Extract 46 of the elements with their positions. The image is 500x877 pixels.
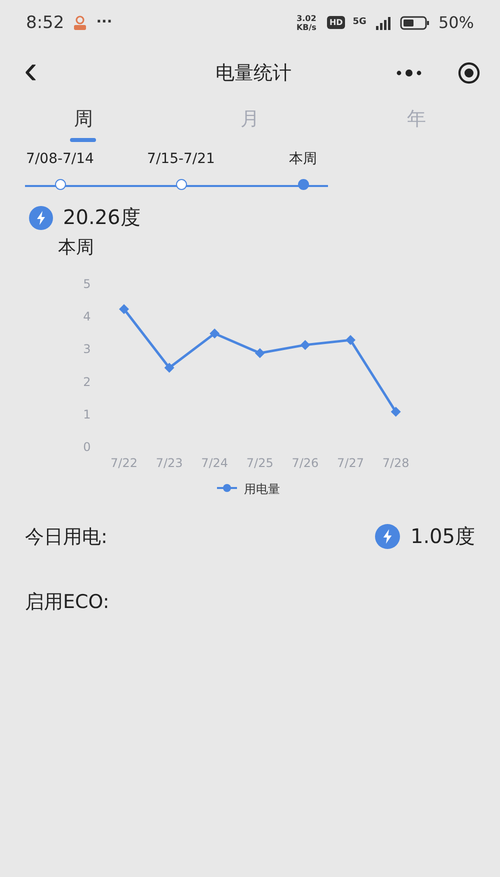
period-label: 本周 xyxy=(58,236,95,259)
signal-icon xyxy=(374,16,392,30)
page-title: 电量统计 xyxy=(214,60,293,86)
notification-icon xyxy=(72,14,88,30)
data-point xyxy=(300,340,310,350)
lightning-icon xyxy=(375,524,400,549)
total-usage: 20.26度 xyxy=(63,204,140,231)
more-notifications: ··· xyxy=(96,18,112,27)
target-icon[interactable] xyxy=(458,62,480,84)
data-point xyxy=(119,304,129,314)
row-label: 今日用电: xyxy=(25,524,108,550)
x-axis-label: 7/26 xyxy=(292,456,319,470)
more-icon[interactable] xyxy=(396,68,422,76)
data-point xyxy=(390,406,401,417)
y-axis-label: 0 xyxy=(83,440,91,454)
y-axis-label: 4 xyxy=(83,310,91,324)
lightning-icon xyxy=(29,206,53,230)
legend-label: 用电量 xyxy=(244,482,280,496)
hd-badge: HD xyxy=(327,16,345,29)
battery-percent: 50% xyxy=(438,13,474,32)
week-option[interactable]: 7/08-7/14 xyxy=(0,148,120,194)
y-axis-label: 5 xyxy=(83,277,91,291)
x-axis-label: 7/28 xyxy=(382,456,410,470)
week-option[interactable]: 本周 xyxy=(243,148,363,194)
period-tab[interactable]: 周 xyxy=(0,100,167,148)
row-value: 1.05度 xyxy=(410,523,475,550)
data-point xyxy=(346,335,356,346)
data-point xyxy=(164,362,174,373)
week-option[interactable]: 7/15-7/21 xyxy=(121,148,241,194)
legend-marker xyxy=(217,484,237,492)
data-point xyxy=(254,348,265,358)
row-label: 启用ECO: xyxy=(25,590,110,614)
battery-icon xyxy=(400,16,430,30)
status-time: 8:52 xyxy=(26,12,64,32)
data-point xyxy=(210,328,220,339)
y-axis-label: 3 xyxy=(83,342,91,356)
x-axis-label: 7/23 xyxy=(156,456,183,470)
x-axis-label: 7/22 xyxy=(110,456,138,470)
network-type: 5G xyxy=(352,18,366,27)
x-axis-label: 7/27 xyxy=(337,456,364,470)
y-axis-label: 2 xyxy=(83,374,91,389)
network-speed: 3.02 KB/s xyxy=(295,14,318,32)
x-axis-label: 7/24 xyxy=(201,456,228,470)
back-button[interactable]: ‹ xyxy=(20,50,42,90)
y-axis-label: 1 xyxy=(83,407,91,422)
x-axis-label: 7/25 xyxy=(246,456,274,470)
